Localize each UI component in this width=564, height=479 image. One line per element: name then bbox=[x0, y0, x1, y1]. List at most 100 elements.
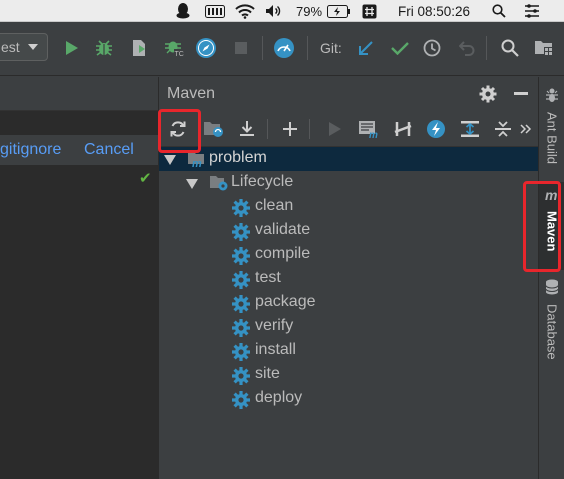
qq-penguin-icon[interactable] bbox=[172, 0, 194, 22]
stop-icon[interactable] bbox=[227, 34, 255, 62]
goal-label: install bbox=[255, 341, 296, 358]
tree-goal-item[interactable]: site bbox=[159, 363, 539, 387]
ant-icon bbox=[544, 87, 560, 108]
tree-goal-item[interactable]: package bbox=[159, 291, 539, 315]
dashboard-icon[interactable] bbox=[270, 34, 298, 62]
tab-database[interactable]: Database bbox=[539, 279, 564, 360]
tab-label: Ant Build bbox=[544, 112, 560, 165]
tree-project-label: problem bbox=[209, 149, 267, 166]
generate-sources-icon[interactable] bbox=[200, 115, 228, 143]
goal-label: site bbox=[255, 365, 280, 382]
svg-text:m: m bbox=[192, 158, 202, 168]
wifi-icon[interactable] bbox=[233, 0, 257, 22]
goal-label: package bbox=[255, 293, 316, 310]
tree-goal-item[interactable]: clean bbox=[159, 195, 539, 219]
git-commit-icon[interactable] bbox=[386, 34, 414, 62]
tree-lifecycle-node[interactable]: Lifecycle bbox=[159, 171, 539, 195]
toolbar-separator bbox=[267, 119, 268, 139]
maven-toolbar: m bbox=[159, 111, 539, 147]
history-icon[interactable] bbox=[418, 34, 446, 62]
goal-gear-icon bbox=[231, 390, 251, 409]
settings-gear-icon[interactable] bbox=[474, 80, 502, 108]
show-dependencies-icon[interactable] bbox=[456, 115, 484, 143]
tab-label: Database bbox=[544, 304, 560, 360]
goal-label: verify bbox=[255, 317, 294, 334]
goal-gear-icon bbox=[231, 366, 251, 385]
goal-gear-icon bbox=[231, 270, 251, 289]
battery-percent: 79% bbox=[295, 3, 323, 19]
run-configuration-label: est bbox=[1, 39, 20, 55]
goal-gear-icon bbox=[231, 246, 251, 265]
compass-icon[interactable] bbox=[192, 34, 220, 62]
tree-project-node[interactable]: m problem bbox=[159, 147, 539, 171]
main-toolbar: est TC Git: bbox=[0, 22, 564, 76]
execute-goal-icon[interactable]: m bbox=[355, 115, 383, 143]
search-icon[interactable] bbox=[496, 34, 524, 62]
goal-label: validate bbox=[255, 221, 311, 238]
toolbar-separator bbox=[262, 36, 263, 60]
svg-text:m: m bbox=[369, 130, 378, 139]
tab-label: Maven bbox=[544, 211, 560, 252]
goal-gear-icon bbox=[231, 294, 251, 313]
spotlight-search-icon[interactable] bbox=[488, 0, 510, 22]
svg-text:m: m bbox=[545, 188, 557, 202]
tree-goal-item[interactable]: install bbox=[159, 339, 539, 363]
goal-label: compile bbox=[255, 245, 311, 262]
chevron-down-icon bbox=[28, 44, 38, 50]
more-icon[interactable] bbox=[516, 115, 536, 143]
maven-header: Maven bbox=[159, 77, 539, 111]
expand-arrow-icon[interactable] bbox=[164, 155, 176, 165]
reimport-icon[interactable] bbox=[164, 115, 192, 143]
tree-goal-item[interactable]: validate bbox=[159, 219, 539, 243]
coverage-icon[interactable] bbox=[125, 34, 153, 62]
tree-goal-item[interactable]: test bbox=[159, 267, 539, 291]
debug-icon[interactable] bbox=[90, 34, 118, 62]
toolbar-separator bbox=[486, 36, 487, 60]
maven-m-icon: m bbox=[545, 187, 559, 207]
right-tool-stripe: Ant Build m Maven Database bbox=[538, 77, 564, 479]
check-mark-icon: ✔ bbox=[139, 170, 152, 187]
control-center-icon[interactable] bbox=[521, 0, 543, 22]
project-structure-icon[interactable] bbox=[530, 34, 558, 62]
profile-icon[interactable]: TC bbox=[160, 34, 188, 62]
editor-header bbox=[0, 77, 158, 111]
database-icon bbox=[545, 279, 559, 300]
download-icon[interactable] bbox=[233, 115, 261, 143]
tree-goal-item[interactable]: compile bbox=[159, 243, 539, 267]
toolbar-separator bbox=[309, 119, 310, 139]
skip-tests-icon[interactable] bbox=[389, 115, 417, 143]
goal-gear-icon bbox=[231, 342, 251, 361]
menubar-clock: Fri 08:50:26 bbox=[397, 3, 471, 19]
maven-projects-tree: m problem Lifecycle clean validate compi… bbox=[159, 147, 539, 479]
goal-gear-icon bbox=[231, 318, 251, 337]
battery-charging-icon[interactable] bbox=[325, 0, 353, 22]
expand-arrow-icon[interactable] bbox=[186, 179, 198, 189]
tree-goal-item[interactable]: deploy bbox=[159, 387, 539, 411]
offline-icon[interactable] bbox=[422, 115, 450, 143]
run-configuration-select[interactable]: est bbox=[0, 33, 48, 61]
tab-maven[interactable]: m Maven bbox=[539, 182, 564, 270]
goal-label: clean bbox=[255, 197, 294, 214]
git-label: Git: bbox=[320, 40, 342, 56]
add-icon[interactable] bbox=[276, 115, 304, 143]
tab-ant-build[interactable]: Ant Build bbox=[539, 87, 564, 164]
run-icon[interactable] bbox=[58, 34, 86, 62]
goal-label: test bbox=[255, 269, 281, 286]
add-to-gitignore-link[interactable]: gitignore bbox=[0, 141, 61, 159]
goal-label: deploy bbox=[255, 389, 303, 406]
tree-lifecycle-label: Lifecycle bbox=[231, 173, 294, 190]
maven-title: Maven bbox=[167, 85, 216, 102]
run-icon[interactable] bbox=[321, 115, 349, 143]
git-update-icon[interactable] bbox=[352, 34, 380, 62]
hashtag-icon[interactable] bbox=[359, 0, 379, 22]
collapse-all-icon[interactable] bbox=[489, 115, 517, 143]
volume-icon[interactable] bbox=[263, 0, 285, 22]
editor-area: gitignore Cancel ✔ bbox=[0, 77, 158, 479]
toolbar-separator bbox=[307, 36, 308, 60]
keyboard-icon[interactable] bbox=[203, 0, 227, 22]
rollback-icon[interactable] bbox=[453, 34, 481, 62]
cancel-link[interactable]: Cancel bbox=[84, 141, 134, 159]
hide-panel-icon[interactable] bbox=[507, 80, 535, 108]
tree-goal-item[interactable]: verify bbox=[159, 315, 539, 339]
svg-text:TC: TC bbox=[175, 51, 184, 58]
